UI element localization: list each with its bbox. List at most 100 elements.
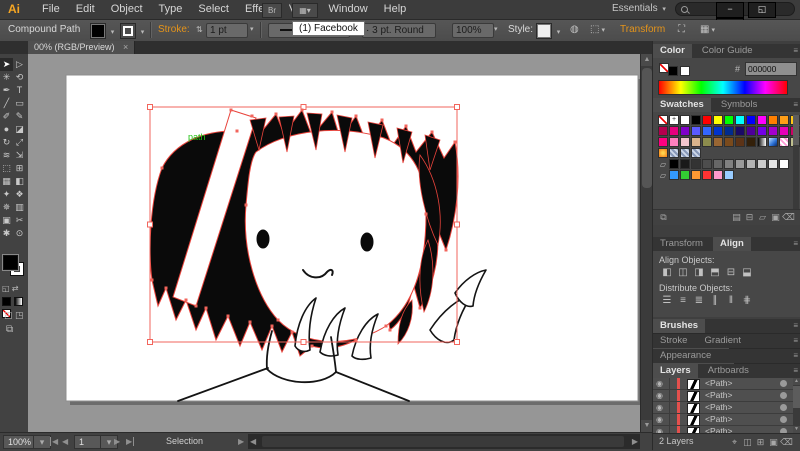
- swatch[interactable]: [691, 159, 701, 169]
- layer-thumbnail[interactable]: [687, 403, 700, 414]
- gradient-tool[interactable]: ◧: [13, 175, 26, 188]
- swatch[interactable]: [779, 137, 789, 147]
- screen-mode-icon[interactable]: ⧉: [6, 324, 13, 335]
- swatch[interactable]: [746, 137, 756, 147]
- tab-color[interactable]: Color: [653, 44, 692, 58]
- app-logo[interactable]: Ai: [8, 2, 20, 16]
- layer-thumbnail[interactable]: [687, 415, 700, 426]
- magic-wand-tool[interactable]: ✳: [0, 71, 13, 84]
- layer-thumbnail[interactable]: [687, 391, 700, 402]
- fill-stroke-control[interactable]: [2, 254, 26, 280]
- fill-proxy[interactable]: [3, 255, 18, 270]
- selection-handle[interactable]: [455, 340, 460, 345]
- swatch[interactable]: [746, 159, 756, 169]
- visibility-eye-icon[interactable]: ◉: [656, 414, 663, 425]
- menu-window[interactable]: Window: [321, 0, 376, 18]
- color-group-folder-icon[interactable]: ▱: [658, 159, 668, 169]
- swatches-scrollbar[interactable]: [793, 115, 799, 211]
- panel-menu-icon[interactable]: ≡: [793, 46, 798, 55]
- stroke-link[interactable]: Stroke:: [158, 23, 190, 37]
- align-vertical-center-icon[interactable]: ⊟: [723, 267, 739, 278]
- delete-layer-icon[interactable]: ⌫: [780, 437, 793, 448]
- swatch[interactable]: [702, 126, 712, 136]
- swatch[interactable]: [713, 159, 723, 169]
- align-vertical-top-icon[interactable]: ⬒: [707, 267, 723, 278]
- swatch[interactable]: [757, 126, 767, 136]
- layer-row[interactable]: ◉<Path>: [653, 402, 800, 414]
- tab-swatches[interactable]: Swatches: [653, 98, 711, 112]
- panel-menu-icon[interactable]: ≡: [793, 366, 798, 375]
- face-path[interactable]: [245, 130, 426, 341]
- zoom-dropdown-icon[interactable]: ▾: [33, 435, 51, 449]
- swatch[interactable]: [779, 159, 789, 169]
- zoom-tool[interactable]: ⊙: [13, 227, 26, 240]
- rotate-tool[interactable]: ↻: [0, 136, 13, 149]
- layer-row[interactable]: ◉<Path>: [653, 390, 800, 402]
- visibility-eye-icon[interactable]: ◉: [656, 402, 663, 413]
- lasso-tool[interactable]: ⟲: [13, 71, 26, 84]
- hex-input[interactable]: [745, 62, 797, 76]
- color-spectrum-bar[interactable]: [658, 80, 788, 95]
- vertical-scroll-thumb[interactable]: [642, 68, 652, 188]
- type-tool[interactable]: T: [13, 84, 26, 97]
- swatch[interactable]: [735, 137, 745, 147]
- new-sublayer-icon[interactable]: ⊞: [754, 437, 767, 448]
- swatch[interactable]: [691, 126, 701, 136]
- brush-definition-dropdown[interactable]: · 3 pt. Round: [362, 23, 436, 38]
- last-artboard-icon[interactable]: ▶: [126, 437, 134, 446]
- swatch[interactable]: [757, 137, 767, 147]
- distribute-vertical-center-icon[interactable]: ≡: [675, 295, 691, 306]
- eraser-tool[interactable]: ◪: [13, 123, 26, 136]
- layers-scrollbar[interactable]: ▲ ▼: [793, 378, 800, 433]
- tab-color-guide[interactable]: Color Guide: [695, 44, 760, 58]
- tab-gradient[interactable]: Gradient: [698, 334, 748, 348]
- swatch[interactable]: [669, 137, 679, 147]
- swatch[interactable]: [691, 170, 701, 180]
- white-swatch[interactable]: [680, 66, 690, 76]
- color-mode-button[interactable]: [2, 297, 11, 306]
- close-tab-icon[interactable]: ×: [123, 42, 128, 52]
- align-horizontal-right-icon[interactable]: ◨: [691, 267, 707, 278]
- artboard-canvas[interactable]: path: [28, 54, 640, 432]
- distribute-horizontal-left-icon[interactable]: ∥: [707, 295, 723, 306]
- perspective-grid-tool[interactable]: ⊞: [13, 162, 26, 175]
- layer-row[interactable]: ◉<Path>: [653, 414, 800, 426]
- layer-thumbnail[interactable]: [687, 379, 700, 390]
- swatch[interactable]: [768, 159, 778, 169]
- next-artboard-icon[interactable]: ▶: [114, 437, 120, 446]
- layers-scroll-up-icon[interactable]: ▲: [793, 378, 800, 385]
- swatch[interactable]: [702, 115, 712, 125]
- swatch[interactable]: [669, 148, 679, 158]
- swatch[interactable]: [702, 159, 712, 169]
- swatch[interactable]: [669, 159, 679, 169]
- tab-align[interactable]: Align: [713, 237, 751, 251]
- swatch[interactable]: [713, 115, 723, 125]
- blob-brush-tool[interactable]: ●: [0, 123, 13, 136]
- swatch-kinds-icon[interactable]: ▤: [730, 212, 743, 223]
- swatch[interactable]: [724, 115, 734, 125]
- layers-scroll-down-icon[interactable]: ▼: [793, 426, 800, 433]
- document-tab[interactable]: 00% (RGB/Preview) ×: [28, 41, 135, 54]
- opacity-field[interactable]: 100%: [452, 23, 494, 38]
- workspace-switcher[interactable]: Essentials ▾: [612, 3, 666, 14]
- preferences-icon[interactable]: ⬚▾: [590, 23, 605, 37]
- selection-handle[interactable]: [148, 340, 153, 345]
- swatch[interactable]: [658, 137, 668, 147]
- isolate-icon[interactable]: ▦▾: [700, 23, 715, 37]
- first-artboard-icon[interactable]: ◀: [50, 437, 58, 446]
- swatch[interactable]: [658, 115, 668, 125]
- align-horizontal-left-icon[interactable]: ◧: [659, 267, 675, 278]
- swatch[interactable]: [669, 126, 679, 136]
- stroke-weight-dropdown[interactable]: ▾: [248, 23, 254, 37]
- menu-help[interactable]: Help: [376, 0, 415, 18]
- menu-select[interactable]: Select: [190, 0, 237, 18]
- menu-file[interactable]: File: [34, 0, 68, 18]
- swatch[interactable]: [768, 115, 778, 125]
- swatch[interactable]: [779, 115, 789, 125]
- distribute-vertical-top-icon[interactable]: ☰: [659, 295, 675, 306]
- menu-type[interactable]: Type: [151, 0, 191, 18]
- pencil-tool[interactable]: ✎: [13, 110, 26, 123]
- previous-artboard-icon[interactable]: ◀: [62, 437, 68, 446]
- swatch[interactable]: [680, 115, 690, 125]
- bounding-box-icon[interactable]: ⛶: [678, 23, 685, 37]
